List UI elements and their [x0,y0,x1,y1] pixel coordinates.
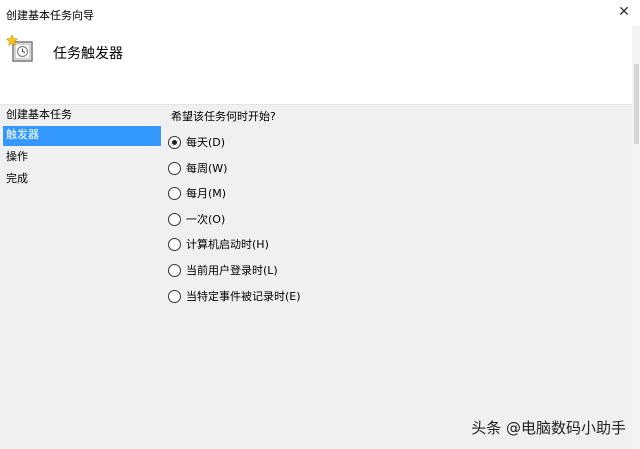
nav-item-create-basic-task[interactable]: 创建基本任务 [3,106,161,126]
radio-label: 当前用户登录时(L) [186,264,278,277]
nav-item-finish[interactable]: 完成 [3,170,161,190]
radio-label: 每月(M) [186,187,227,200]
nav-item-trigger[interactable]: 触发器 [3,126,161,146]
radio-computer-startup[interactable]: 计算机启动时(H) [168,235,269,253]
close-button[interactable]: ✕ [614,2,634,22]
radio-specific-event[interactable]: 当特定事件被记录时(E) [168,287,301,305]
radio-button[interactable] [168,161,181,175]
watermark-text: 头条 @电脑数码小助手 [471,419,626,437]
radio-label: 计算机启动时(H) [186,238,269,251]
vertical-scrollbar[interactable] [632,26,640,449]
nav-item-label: 触发器 [6,128,39,141]
radio-monthly[interactable]: 每月(M) [168,184,226,202]
radio-button-checked[interactable] [168,135,181,149]
close-icon: ✕ [618,4,630,20]
radio-weekly[interactable]: 每周(W) [168,159,227,177]
radio-button[interactable] [168,263,181,277]
page-title: 任务触发器 [53,46,123,62]
radio-label: 一次(O) [186,213,226,226]
wizard-header: 任务触发器 [0,26,632,105]
title-bar: 创建基本任务向导 ✕ [0,0,640,26]
radio-button[interactable] [168,186,181,200]
window-title: 创建基本任务向导 [6,9,94,22]
nav-item-label: 创建基本任务 [6,108,72,121]
nav-item-action[interactable]: 操作 [3,148,161,168]
trigger-question: 希望该任务何时开始? [171,110,276,123]
scrollbar-thumb[interactable] [634,64,639,144]
radio-user-logon[interactable]: 当前用户登录时(L) [168,261,278,279]
radio-button[interactable] [168,237,181,251]
nav-item-label: 完成 [6,172,28,185]
radio-label: 每天(D) [186,136,226,149]
radio-button[interactable] [168,212,181,226]
nav-item-label: 操作 [6,150,28,163]
radio-once[interactable]: 一次(O) [168,210,225,228]
radio-label: 当特定事件被记录时(E) [186,290,301,303]
clock-trigger-icon [5,34,36,64]
radio-label: 每周(W) [186,162,228,175]
radio-daily[interactable]: 每天(D) [168,133,225,151]
radio-button[interactable] [168,289,181,303]
